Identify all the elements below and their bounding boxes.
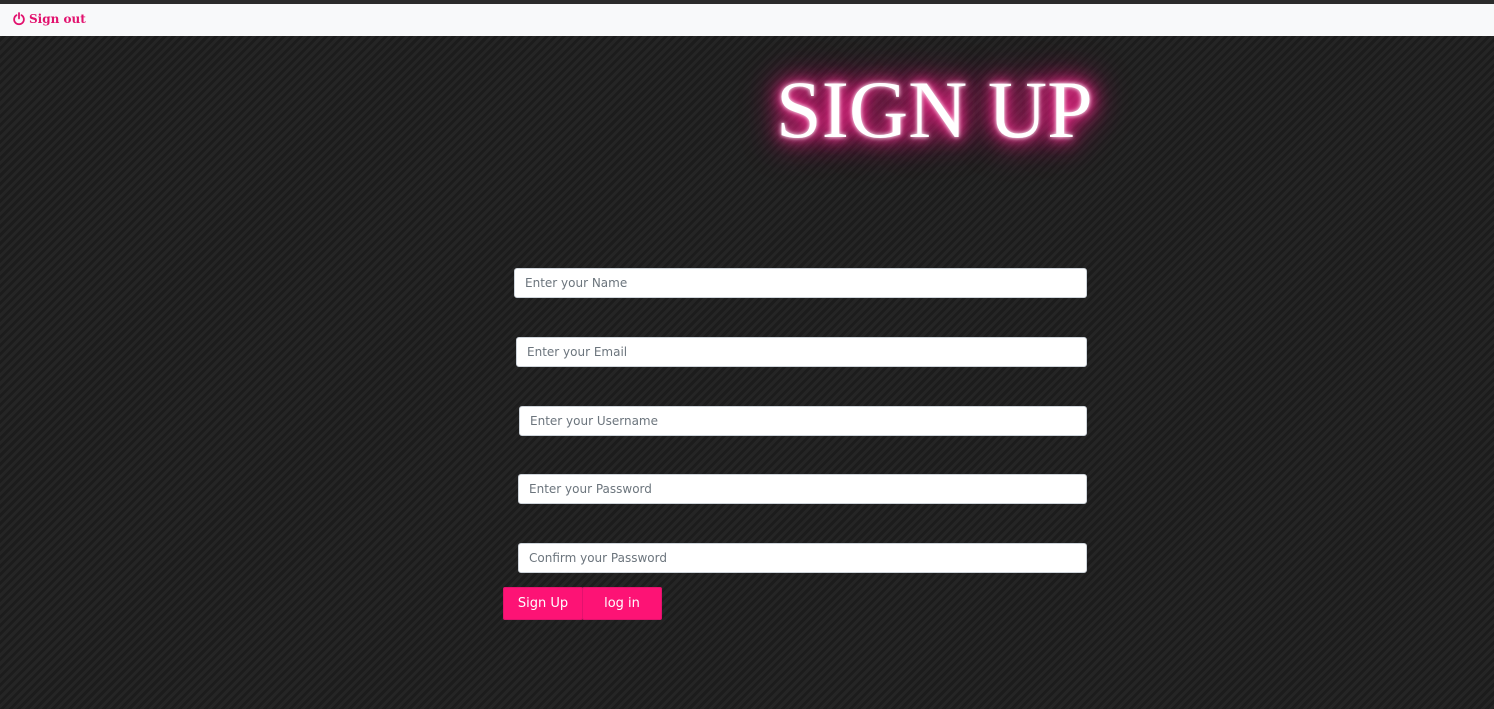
page-title: SIGN UP [776, 64, 1093, 155]
confirm-password-input[interactable] [518, 543, 1087, 573]
power-icon [12, 12, 26, 26]
login-button[interactable]: log in [582, 587, 662, 620]
username-input[interactable] [519, 406, 1087, 436]
signout-label: Sign out [29, 12, 86, 26]
signout-link[interactable]: Sign out [12, 12, 86, 26]
navbar: Sign out [0, 4, 1494, 36]
name-input[interactable] [514, 268, 1087, 298]
password-input[interactable] [518, 474, 1087, 504]
signup-button[interactable]: Sign Up [503, 587, 583, 620]
email-input[interactable] [516, 337, 1087, 367]
